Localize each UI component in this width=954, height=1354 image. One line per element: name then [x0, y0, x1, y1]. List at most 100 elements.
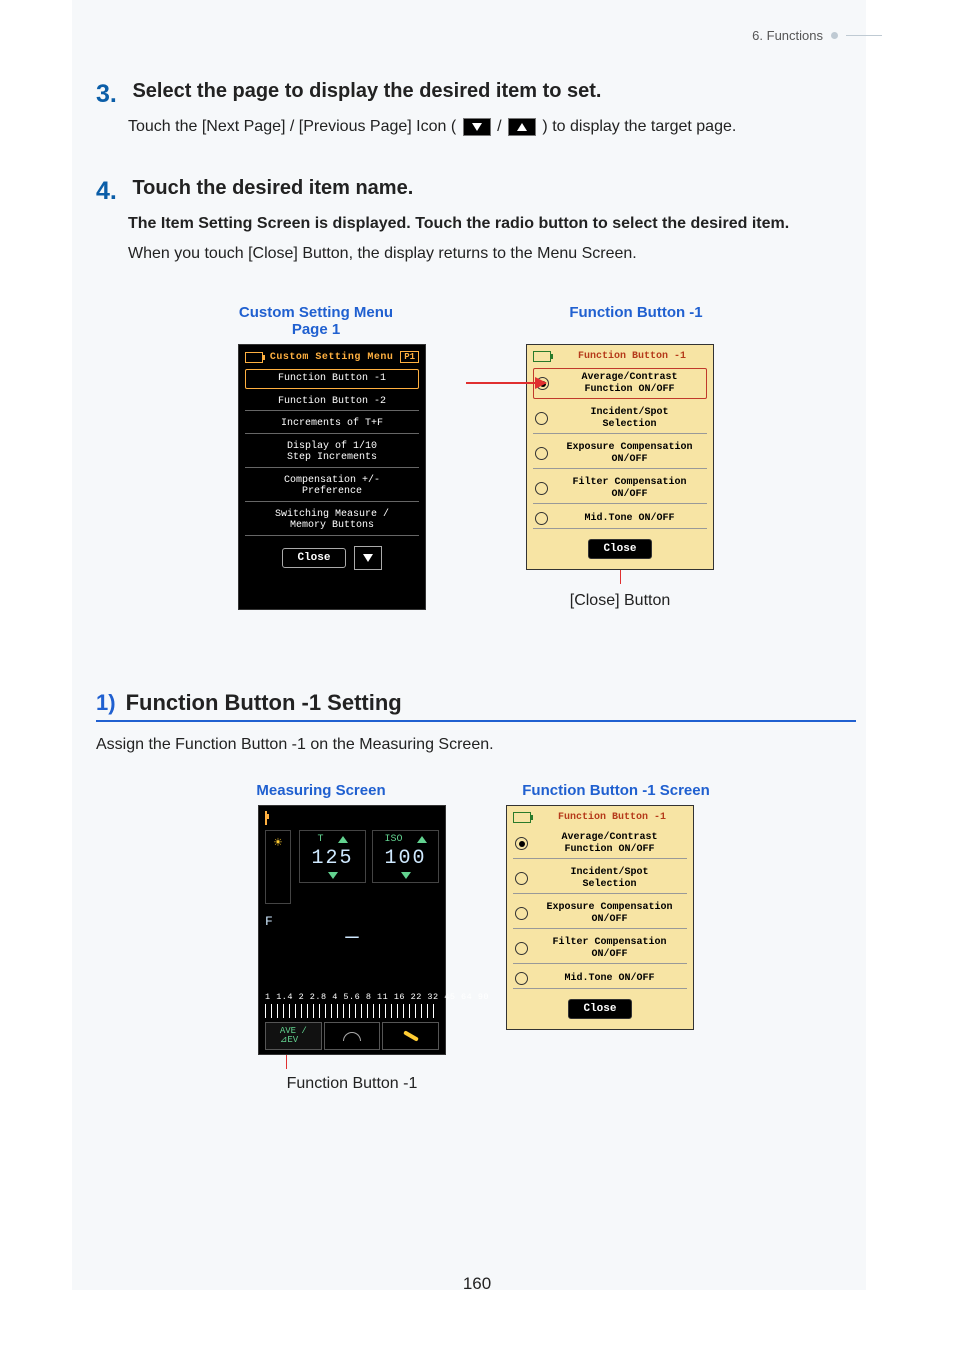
- option-filter-compensation[interactable]: Filter Compensation ON/OFF: [533, 474, 707, 504]
- close-button-label: [Close] Button: [526, 592, 714, 610]
- step-3-body-before: Touch the [Next Page] / [Previous Page] …: [128, 118, 461, 135]
- function-button-1-screen: Function Button -1 Average/Contrast Func…: [526, 344, 714, 570]
- wrench-icon: [403, 1030, 419, 1041]
- menu-item-compensation-pref[interactable]: Compensation +/- Preference: [245, 472, 419, 502]
- radio-icon[interactable]: [515, 972, 528, 985]
- step-4: 4. Touch the desired item name. The Item…: [96, 177, 856, 266]
- caption-function-button-screen: Function Button -1 Screen: [501, 782, 731, 799]
- option-mid-tone[interactable]: Mid.Tone ON/OFF: [533, 509, 707, 529]
- function-button-1[interactable]: AVE / ⊿EV: [265, 1022, 322, 1050]
- screens-row-1: Custom Setting Menu P1 Function Button -…: [96, 344, 856, 610]
- down-icon: [328, 872, 338, 879]
- ruler-icon: [265, 1004, 439, 1018]
- next-page-button[interactable]: [354, 546, 382, 570]
- sun-icon: ☀: [274, 835, 282, 852]
- radio-icon[interactable]: [535, 412, 548, 425]
- radio-icon[interactable]: [515, 907, 528, 920]
- radio-icon[interactable]: [535, 447, 548, 460]
- measuring-column: ☀ T 125 ISO 100: [258, 805, 446, 1093]
- option-label: Incident/Spot Selection: [534, 867, 685, 890]
- iso-label: ISO: [384, 834, 402, 845]
- close-button[interactable]: Close: [588, 539, 651, 559]
- option-label: Average/Contrast Function ON/OFF: [555, 372, 704, 395]
- menu-item-increments-tf[interactable]: Increments of T+F: [245, 415, 419, 434]
- previous-page-icon: [508, 118, 536, 136]
- option-incident-spot[interactable]: Incident/Spot Selection: [513, 864, 687, 894]
- menu-item-display-increments[interactable]: Display of 1/10 Step Increments: [245, 438, 419, 468]
- caption-custom-menu: Custom Setting Menu Page 1: [216, 304, 416, 338]
- dome-icon: [343, 1032, 361, 1041]
- iso-value: 100: [373, 847, 438, 870]
- step-4-body: When you touch [Close] Button, the displ…: [128, 242, 856, 266]
- measuring-screen: ☀ T 125 ISO 100: [258, 805, 446, 1055]
- option-average-contrast[interactable]: Average/Contrast Function ON/OFF: [533, 368, 707, 399]
- dome-button[interactable]: [324, 1022, 381, 1050]
- step-3: 3. Select the page to display the desire…: [96, 80, 856, 139]
- section-number: 1): [96, 690, 116, 716]
- option-filter-compensation[interactable]: Filter Compensation ON/OFF: [513, 934, 687, 964]
- shutter-time-control[interactable]: T 125: [299, 830, 366, 883]
- option-label: Average/Contrast Function ON/OFF: [534, 832, 685, 855]
- close-button[interactable]: Close: [568, 999, 631, 1019]
- red-arrow-icon: [466, 382, 546, 384]
- function-button-1-screen-2: Function Button -1 Average/Contrast Func…: [506, 805, 694, 1030]
- battery-icon: [245, 352, 263, 363]
- radio-icon[interactable]: [515, 872, 528, 885]
- option-label: Exposure Compensation ON/OFF: [534, 902, 685, 925]
- menu-item-function-button-2[interactable]: Function Button -2: [245, 393, 419, 412]
- radio-icon[interactable]: [535, 512, 548, 525]
- chapter-label: 6. Functions: [752, 28, 823, 43]
- captions-row-2: Measuring Screen Function Button -1 Scre…: [96, 782, 856, 799]
- next-page-icon: [463, 118, 491, 136]
- step-4-bold: The Item Setting Screen is displayed. To…: [128, 212, 856, 236]
- tools-button[interactable]: [382, 1022, 439, 1050]
- iso-control[interactable]: ISO 100: [372, 830, 439, 883]
- battery-icon: [533, 351, 551, 362]
- option-label: Mid.Tone ON/OFF: [534, 973, 685, 985]
- page-number: 160: [0, 1274, 954, 1294]
- header-line-icon: [846, 35, 882, 36]
- step-3-title: Select the page to display the desired i…: [132, 80, 601, 102]
- step-3-number: 3.: [96, 80, 128, 109]
- option-average-contrast[interactable]: Average/Contrast Function ON/OFF: [513, 829, 687, 859]
- step-4-number: 4.: [96, 177, 128, 206]
- t-label: T: [317, 834, 323, 845]
- captions-row-1: Custom Setting Menu Page 1 Function Butt…: [96, 304, 856, 338]
- option-incident-spot[interactable]: Incident/Spot Selection: [533, 404, 707, 434]
- page-header: 6. Functions: [752, 28, 882, 43]
- mode-sun-tile[interactable]: ☀: [265, 830, 291, 904]
- step-4-title: Touch the desired item name.: [132, 177, 413, 199]
- close-button[interactable]: Close: [282, 548, 345, 568]
- radio-icon[interactable]: [515, 942, 528, 955]
- option-label: Filter Compensation ON/OFF: [554, 477, 705, 500]
- option-exposure-compensation[interactable]: Exposure Compensation ON/OFF: [533, 439, 707, 469]
- function-button-panel-wrap: Function Button -1 Average/Contrast Func…: [526, 344, 714, 610]
- radio-icon[interactable]: [515, 837, 528, 850]
- step-3-body-after: ) to display the target page.: [542, 118, 736, 135]
- option-label: Mid.Tone ON/OFF: [554, 513, 705, 525]
- battery-icon: [265, 811, 267, 825]
- option-label: Exposure Compensation ON/OFF: [554, 442, 705, 465]
- measuring-below-label: Function Button -1: [258, 1075, 446, 1093]
- header-dot-icon: [831, 32, 838, 39]
- down-icon: [401, 872, 411, 879]
- step-3-slash: /: [497, 118, 506, 135]
- section-body: Assign the Function Button -1 on the Mea…: [96, 736, 856, 754]
- section-heading: 1) Function Button -1 Setting: [96, 690, 856, 722]
- up-icon: [338, 836, 348, 843]
- callout-line-icon: [620, 570, 621, 584]
- step-3-body: Touch the [Next Page] / [Previous Page] …: [128, 115, 856, 139]
- option-label: Incident/Spot Selection: [554, 407, 705, 430]
- t-value: 125: [300, 847, 365, 870]
- option-mid-tone[interactable]: Mid.Tone ON/OFF: [513, 969, 687, 989]
- menu-item-switching-measure[interactable]: Switching Measure / Memory Buttons: [245, 506, 419, 536]
- aperture-scale: 1 1.4 2 2.8 4 5.6 8 11 16 22 32 45 64 90: [265, 992, 439, 1002]
- section-title: Function Button -1 Setting: [126, 690, 402, 716]
- caption-measuring-screen: Measuring Screen: [221, 782, 421, 799]
- screens-row-2: ☀ T 125 ISO 100: [96, 805, 856, 1093]
- caption-function-button: Function Button -1: [536, 304, 736, 338]
- radio-icon[interactable]: [535, 482, 548, 495]
- option-exposure-compensation[interactable]: Exposure Compensation ON/OFF: [513, 899, 687, 929]
- menu-item-function-button-1[interactable]: Function Button -1: [245, 369, 419, 389]
- custom-setting-menu-screen: Custom Setting Menu P1 Function Button -…: [238, 344, 426, 610]
